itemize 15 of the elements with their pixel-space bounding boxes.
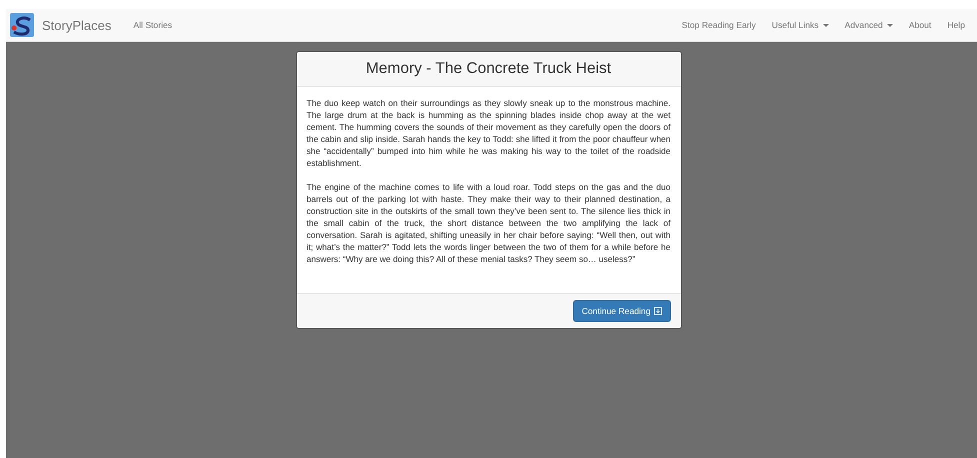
caret-icon <box>822 24 829 26</box>
nav-link[interactable]: Advanced <box>836 20 901 30</box>
story-paragraph: The engine of the machine comes to life with a loud roar. Todd steps on the gas and the duo barrels out of the parking lot with haste. They make their way to their planned destination, a construction site in the outskirts of the small town they’ve been sent to. The silence lies thick in the small cabin of the truck, the short distance between the two amplifying the lack of conversation. Sarah is agitated, shifting uneasily in her chair before saying: “Well then, out with it; what’s the matter?” Todd lets the words linger between the two of them for a while before he answers: “Why are we doing this? All of these menial tasks? They seem so… useless?” <box>306 181 670 265</box>
nav-link[interactable]: About <box>900 20 940 30</box>
nav-link[interactable]: Help <box>939 20 973 30</box>
modal-title: Memory - The Concrete Truck Heist <box>366 60 612 78</box>
exit-icon <box>654 307 662 315</box>
story-paragraph: The duo keep watch on their surroundings as they slowly sneak up to the monstrous machine. The large drum at the back is humming as the spinning blades inside chop away at the wet cement. The humming covers the sounds of their movement as they carefully open the doors of the cabin and slip inside. Sarah hands the key to Todd: she lifted it from the poor chauffeur when she “accidentally” bumped into him while he was making his way to the toilet of the roadside establishment. <box>306 97 670 169</box>
continue-button[interactable]: Continue Reading <box>572 300 670 322</box>
caret-icon <box>886 24 893 26</box>
logo-icon <box>10 13 34 37</box>
nav-link[interactable]: Stop Reading Early <box>674 20 764 30</box>
nav-link[interactable]: All Stories <box>125 20 180 30</box>
brand-name[interactable]: StoryPlaces <box>42 18 112 32</box>
nav-link[interactable]: Useful Links <box>764 20 837 30</box>
